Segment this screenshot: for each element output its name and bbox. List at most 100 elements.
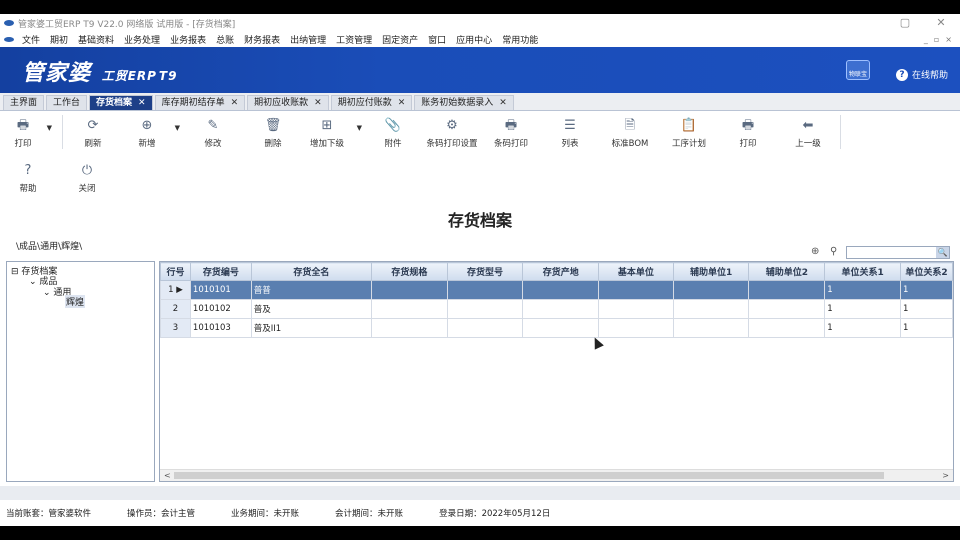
col-header[interactable]: 存货编号 [189, 262, 252, 281]
tab-workbench[interactable]: 工作台 [46, 95, 88, 110]
refresh-button[interactable]: ⟳ 刷新 [68, 117, 118, 149]
search-icon[interactable]: 🔍 [936, 247, 949, 258]
close-button[interactable]: ✕ [926, 14, 956, 32]
trash-icon: 🗑 [264, 118, 282, 133]
col-header[interactable]: 辅助单位2 [748, 262, 826, 281]
col-header[interactable]: 行号 [160, 262, 191, 281]
col-header[interactable]: 基本单位 [598, 262, 674, 281]
process-plan-button[interactable]: 📋 工序计划 [664, 117, 714, 149]
mdi-restore-button[interactable]: ▫ [934, 32, 939, 47]
barcode-print-button[interactable]: 🖶 条码打印 [486, 117, 536, 149]
tab-opening-stock[interactable]: 库存期初结存单 ✕ [154, 95, 246, 110]
brand-logo: 管家婆 工贸ERP T9 [22, 61, 178, 86]
delete-button[interactable]: 🗑 删除 [248, 117, 298, 149]
menu-file[interactable]: 文件 [17, 33, 45, 46]
chevron-down-icon[interactable]: ▼ [175, 124, 180, 132]
document-icon: 🗎 [624, 118, 636, 133]
menu-logo-icon [4, 37, 14, 42]
menu-ledger[interactable]: 总账 [211, 33, 239, 46]
barcode-setup-button[interactable]: ⚙ 条码打印设置 [427, 117, 478, 149]
help-icon: ? [896, 68, 908, 81]
close-tab-icon[interactable]: ✕ [138, 96, 146, 110]
menu-fin-reports[interactable]: 财务报表 [239, 33, 285, 46]
menu-basic-data[interactable]: 基础资料 [73, 33, 119, 46]
menu-opening[interactable]: 期初 [45, 33, 73, 46]
close-tab-icon[interactable]: ✕ [314, 96, 322, 110]
edit-button[interactable]: ✎ 修改 [188, 117, 238, 149]
mdi-close-button[interactable]: × [945, 32, 952, 47]
menu-bar: 文件 期初 基础资料 业务处理 业务报表 总账 财务报表 出纳管理 工资管理 固… [0, 32, 960, 47]
col-header[interactable]: 单位关系1 [824, 262, 901, 281]
col-header[interactable]: 辅助单位1 [672, 262, 750, 281]
app-logo-icon [4, 20, 14, 26]
attachment-button[interactable]: 📎 附件 [368, 117, 418, 149]
table-row[interactable]: 1 ▶ 1010101 普普 1 1 [160, 280, 953, 300]
col-header[interactable]: 存货型号 [446, 262, 524, 281]
close-tab-icon[interactable]: ✕ [231, 96, 239, 110]
search-input[interactable] [846, 246, 950, 259]
tab-inventory-archive[interactable]: 存货档案 ✕ [89, 95, 153, 110]
add-button[interactable]: ⊕ 新增 ▼ [122, 117, 180, 149]
scroll-right-icon[interactable]: > [942, 471, 949, 480]
menu-business[interactable]: 业务处理 [119, 33, 165, 46]
gear-icon: ⚙ [446, 118, 458, 133]
wulianbao-icon[interactable]: 物联宝 [846, 60, 870, 80]
restore-button[interactable]: ▢ [890, 14, 920, 32]
close-tab-icon[interactable]: ✕ [398, 96, 406, 110]
header-banner: 管家婆 工贸ERP T9 物联宝 ? 在线帮助 [0, 47, 960, 93]
online-help-button[interactable]: ? 在线帮助 [896, 68, 948, 81]
status-acc-period: 会计期间：未开账 [335, 509, 404, 519]
menu-window[interactable]: 窗口 [423, 33, 451, 46]
pin-icon[interactable]: ⚲ [830, 246, 837, 257]
col-header[interactable]: 存货规格 [371, 262, 448, 281]
table-row[interactable]: 3 1010103 普及II1 1 1 [160, 318, 953, 338]
printer-icon: 🖶 [504, 118, 518, 133]
question-icon: ? [24, 163, 32, 178]
menu-cashier[interactable]: 出纳管理 [285, 33, 331, 46]
title-bar: 管家婆工贸ERP T9 V22.0 网络版 试用版 - [存货档案] ▢ ✕ [0, 14, 960, 32]
menu-common[interactable]: 常用功能 [497, 33, 543, 46]
tab-main[interactable]: 主界面 [3, 95, 45, 110]
menu-business-reports[interactable]: 业务报表 [165, 33, 211, 46]
tree-node-huihuang[interactable]: 辉煌 [65, 295, 86, 308]
chevron-down-icon[interactable]: ▼ [47, 124, 52, 132]
horizontal-scrollbar[interactable]: < > [160, 469, 953, 481]
zoom-icon[interactable]: ⊕ [811, 246, 819, 257]
up-level-button[interactable]: ⬅ 上一级 [783, 117, 833, 149]
edit-icon: ✎ [207, 118, 219, 133]
hierarchy-icon: ⊞ [321, 118, 333, 133]
table-row[interactable]: 2 1010102 普及 1 1 [160, 299, 953, 319]
list-icon: ☰ [564, 118, 576, 133]
status-account: 当前账套：管家婆软件 [6, 509, 92, 519]
tab-opening-payable[interactable]: 期初应付账款 ✕ [330, 95, 413, 110]
main-panel: 存货档案 \成品\通用\辉煌\ ⊕ ⚲ 🔍 ⊟ 存货档案 ⌄ 成品 ⌄ 通用 辉… [0, 199, 960, 486]
clipboard-icon: 📋 [680, 118, 698, 133]
scroll-left-icon[interactable]: < [164, 471, 171, 480]
add-child-button[interactable]: ⊞ 增加下级 ▼ [302, 117, 362, 149]
col-header[interactable]: 单位关系2 [899, 262, 953, 281]
status-login-date: 登录日期：2022年05月12日 [439, 509, 551, 519]
col-header[interactable]: 存货全名 [250, 262, 373, 281]
print-button[interactable]: 🖶 打印 ▼ [0, 117, 52, 149]
window-title: 管家婆工贸ERP T9 V22.0 网络版 试用版 - [存货档案] [18, 19, 236, 30]
help-button[interactable]: ? 帮助 [3, 162, 53, 194]
list-button[interactable]: ☰ 列表 [545, 117, 595, 149]
divider [840, 115, 841, 149]
inventory-table: 行号 存货编号 存货全名 存货规格 存货型号 存货产地 基本单位 辅助单位1 辅… [159, 261, 954, 482]
close-page-button[interactable]: ⏻ 关闭 [62, 162, 112, 194]
print2-button[interactable]: 🖶 打印 [723, 117, 773, 149]
tab-bar: 主界面 工作台 存货档案 ✕ 库存期初结存单 ✕ 期初应收账款 ✕ 期初应付账款 ✕ 账… [0, 93, 960, 111]
chevron-down-icon[interactable]: ▼ [357, 124, 362, 132]
mdi-minimize-button[interactable]: _ [924, 32, 928, 47]
menu-app-center[interactable]: 应用中心 [451, 33, 497, 46]
power-icon: ⏻ [81, 163, 93, 178]
close-tab-icon[interactable]: ✕ [499, 96, 507, 110]
arrow-left-icon: ⬅ [802, 118, 814, 133]
standard-bom-button[interactable]: 🗎 标准BOM [605, 117, 655, 149]
menu-payroll[interactable]: 工资管理 [331, 33, 377, 46]
tab-opening-receivable[interactable]: 期初应收账款 ✕ [247, 95, 329, 110]
scroll-thumb[interactable] [174, 472, 884, 479]
menu-fixed-assets[interactable]: 固定资产 [377, 33, 423, 46]
col-header[interactable]: 存货产地 [522, 262, 600, 281]
tab-account-init[interactable]: 账务初始数据录入 ✕ [414, 95, 514, 110]
